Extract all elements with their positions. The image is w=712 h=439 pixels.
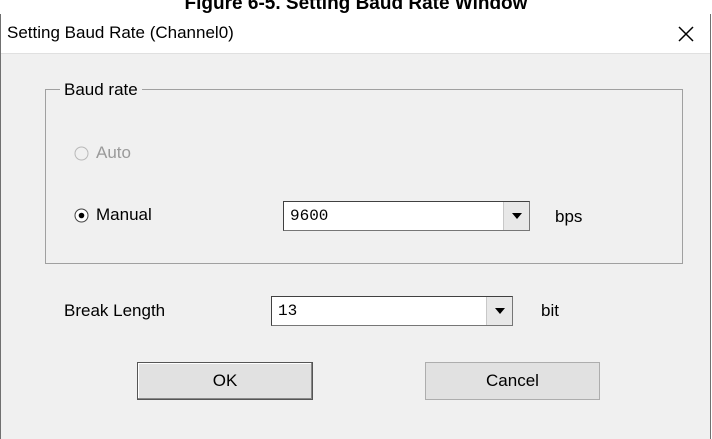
auto-radio-label: Auto xyxy=(96,143,131,162)
baud-rate-value: 9600 xyxy=(290,207,329,225)
baud-rate-groupbox xyxy=(45,89,683,264)
baud-rate-group-label: Baud rate xyxy=(60,80,142,100)
title-bar: Setting Baud Rate (Channel0) xyxy=(1,14,710,54)
cancel-button[interactable]: Cancel xyxy=(425,362,600,400)
break-length-value: 13 xyxy=(278,302,298,320)
chevron-down-icon xyxy=(511,213,522,219)
break-length-unit: bit xyxy=(541,301,559,320)
manual-radio[interactable] xyxy=(74,208,89,223)
baud-rate-unit: bps xyxy=(555,207,583,226)
close-button[interactable] xyxy=(664,14,708,54)
ok-button[interactable]: OK xyxy=(137,362,313,400)
baud-rate-dropdown-button[interactable] xyxy=(503,202,529,230)
manual-radio-label: Manual xyxy=(96,205,152,224)
close-icon xyxy=(678,26,694,42)
figure-caption: Figure 6-5. Setting Baud Rate Window xyxy=(184,0,528,14)
break-length-dropdown-button[interactable] xyxy=(486,297,512,325)
break-length-label: Break Length xyxy=(64,301,166,320)
baud-rate-combobox[interactable]: 9600 xyxy=(283,201,530,231)
break-length-combobox[interactable]: 13 xyxy=(271,296,513,326)
dialog-title: Setting Baud Rate (Channel0) xyxy=(7,23,234,42)
auto-radio[interactable] xyxy=(74,146,89,161)
chevron-down-icon xyxy=(494,308,505,314)
